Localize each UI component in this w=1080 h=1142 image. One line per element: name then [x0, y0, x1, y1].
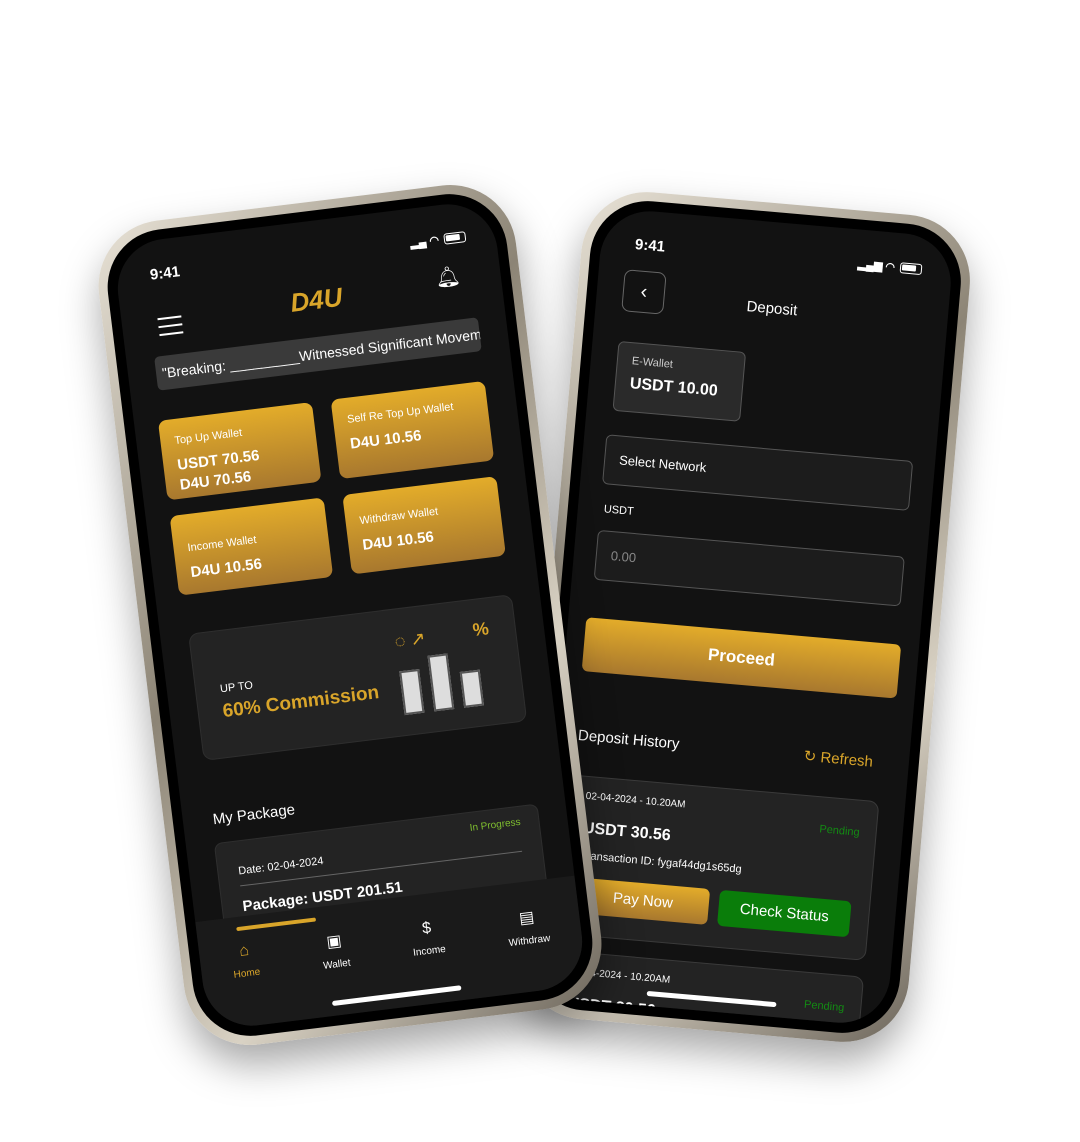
status-icons: ▂▄▆ ◠	[857, 256, 923, 279]
income-wallet-card[interactable]: Income Wallet D4U 10.56	[169, 497, 334, 596]
active-tab-indicator	[236, 917, 317, 932]
percent-icon: %	[471, 618, 490, 641]
wallet-icon: ▣	[325, 932, 343, 952]
commission-banner[interactable]: UP TO 60% Commission ◌ ↗ %	[188, 594, 528, 761]
network-placeholder: Select Network	[618, 452, 707, 476]
history-heading: Deposit History	[577, 726, 681, 753]
status-time: 9:41	[149, 263, 181, 284]
ewallet-value: USDT 10.00	[629, 375, 719, 400]
amount-label: USDT	[603, 503, 635, 518]
menu-button[interactable]	[157, 315, 184, 342]
home-icon: ⌂	[238, 941, 250, 960]
top-up-wallet-card[interactable]: Top Up Wallet USDT 70.56 D4U 70.56	[157, 402, 322, 501]
home-phone: 9:41 ▂▄ ◠ D4U 🔔︎ "Breaking: _________Witn…	[90, 177, 610, 1053]
history-item: 02-04-2024 - 10.20AM Pending USDT 30.56 …	[554, 774, 880, 961]
battery-icon	[443, 231, 467, 245]
status-badge: Pending	[818, 823, 861, 839]
news-ticker: "Breaking: _________Witnessed Significan…	[154, 317, 482, 391]
refresh-button[interactable]: ↻ Refresh	[803, 747, 874, 771]
trend-up-icon: ◌ ↗	[393, 628, 427, 652]
ewallet-card: E-Wallet USDT 10.00	[612, 340, 747, 422]
proceed-button[interactable]: Proceed	[581, 617, 902, 699]
chart-bar-icon	[399, 668, 425, 716]
amount-input[interactable]: 0.00	[593, 529, 905, 607]
nav-label: Home	[233, 966, 261, 981]
status-time: 9:41	[634, 236, 666, 256]
nav-withdraw[interactable]: ▤ Withdraw	[505, 905, 557, 993]
amount-placeholder: 0.00	[610, 548, 637, 566]
nav-home[interactable]: ⌂ Home	[230, 941, 267, 1028]
ewallet-label: E-Wallet	[631, 355, 674, 371]
history-date: 02-04-2024 - 10.20AM	[585, 790, 686, 811]
nav-label: Withdraw	[508, 933, 551, 950]
battery-icon	[899, 262, 923, 276]
logo: D4U	[288, 281, 344, 318]
nav-label: Income	[412, 943, 447, 959]
self-re-top-up-wallet-card[interactable]: Self Re Top Up Wallet D4U 10.56	[330, 380, 495, 480]
income-icon: $	[421, 919, 433, 938]
chart-bar-icon	[427, 653, 455, 712]
bell-icon[interactable]: 🔔︎	[434, 263, 462, 291]
status-icons: ▂▄ ◠	[409, 228, 467, 252]
promo-up-to: UP TO	[219, 679, 254, 696]
network-select[interactable]: Select Network	[602, 434, 914, 511]
nav-label: Wallet	[322, 957, 352, 972]
withdraw-wallet-card[interactable]: Withdraw Wallet D4U 10.56	[342, 476, 506, 575]
my-package-heading: My Package	[211, 801, 296, 829]
check-status-button[interactable]: Check Status	[716, 889, 852, 938]
withdraw-icon: ▤	[518, 908, 536, 928]
deposit-screen: 9:41 ▂▄▆ ◠ ‹ Deposit E-Wallet USDT 10.00 S…	[535, 207, 955, 1027]
status-badge: Pending	[803, 998, 845, 1015]
refresh-label: Refresh	[819, 749, 874, 771]
chart-bar-icon	[459, 669, 485, 708]
home-screen: 9:41 ▂▄ ◠ D4U 🔔︎ "Breaking: _________Witn…	[112, 198, 588, 1032]
